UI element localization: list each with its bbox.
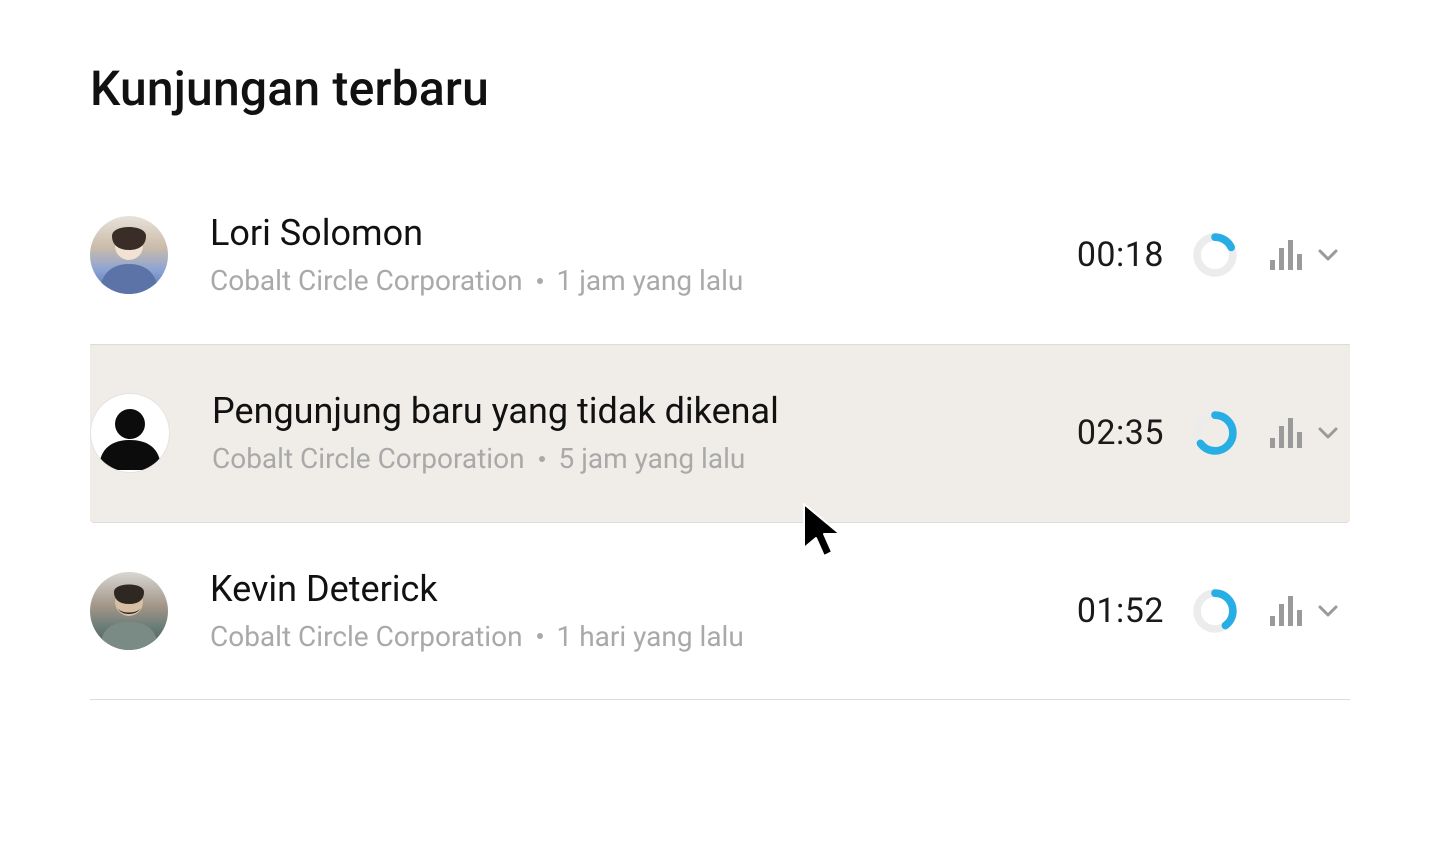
list-item[interactable]: Pengunjung baru yang tidak dikenal Cobal… [90,344,1350,523]
avatar-photo-icon [90,572,168,650]
list-item[interactable]: Kevin Deterick Cobalt Circle Corporation… [90,523,1350,701]
avatar-photo-icon [90,216,168,294]
bar-chart-icon [1270,418,1306,448]
separator-dot-icon [537,633,543,639]
progress-donut-icon [1192,232,1238,278]
visitor-ago: 1 hari yang lalu [557,618,744,656]
visitor-company: Cobalt Circle Corporation [210,262,523,300]
page-title: Kunjungan terbaru [90,60,1350,117]
stats-dropdown[interactable] [1266,590,1344,632]
visit-duration: 00:18 [1077,235,1164,275]
recent-visits-list: Lori Solomon Cobalt Circle Corporation 1… [90,167,1350,700]
visitor-name: Pengunjung baru yang tidak dikenal [212,389,1057,434]
visitor-ago: 1 jam yang lalu [557,262,744,300]
progress-donut-icon [1192,410,1238,456]
avatar [90,393,170,473]
separator-dot-icon [537,278,543,284]
visitor-name: Lori Solomon [210,211,1057,256]
stats-dropdown[interactable] [1266,234,1344,276]
bar-chart-icon [1270,596,1306,626]
anonymous-user-icon [91,394,169,472]
visitor-subtitle: Cobalt Circle Corporation 1 jam yang lal… [210,262,1057,300]
visit-duration: 01:52 [1077,591,1164,631]
list-item[interactable]: Lori Solomon Cobalt Circle Corporation 1… [90,167,1350,345]
visitor-ago: 5 jam yang lalu [559,440,746,478]
separator-dot-icon [539,456,545,462]
avatar [90,572,168,650]
chevron-down-icon [1316,243,1340,267]
bar-chart-icon [1270,240,1306,270]
stats-dropdown[interactable] [1266,412,1344,454]
visit-duration: 02:35 [1077,413,1164,453]
visitor-subtitle: Cobalt Circle Corporation 1 hari yang la… [210,618,1057,656]
visitor-company: Cobalt Circle Corporation [212,440,525,478]
chevron-down-icon [1316,421,1340,445]
chevron-down-icon [1316,599,1340,623]
progress-donut-icon [1192,588,1238,634]
visitor-subtitle: Cobalt Circle Corporation 5 jam yang lal… [212,440,1057,478]
visitor-name: Kevin Deterick [210,567,1057,612]
visitor-company: Cobalt Circle Corporation [210,618,523,656]
avatar [90,216,168,294]
